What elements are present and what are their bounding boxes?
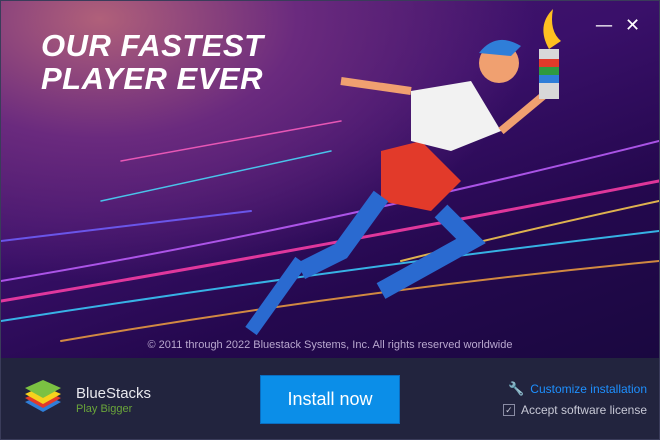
headline-line-1: OUR FASTEST — [41, 28, 264, 63]
installer-window: OUR FASTEST PLAYER EVER © 2011 through 2… — [0, 0, 660, 440]
customize-label: Customize installation — [530, 382, 647, 396]
brand-tagline: Play Bigger — [76, 403, 133, 415]
minimize-button[interactable]: — — [595, 15, 613, 36]
bluestacks-logo-icon — [25, 380, 61, 412]
promo-banner: OUR FASTEST PLAYER EVER © 2011 through 2… — [1, 1, 659, 358]
headline: OUR FASTEST PLAYER EVER — [41, 29, 264, 95]
brand-name: BlueStacks — [76, 385, 152, 402]
copyright-text: © 2011 through 2022 Bluestack Systems, I… — [147, 339, 513, 351]
footer-bar: BlueStacks Play Bigger Install now 🔧 Cus… — [1, 358, 659, 439]
accept-license-row: ✓ Accept software license — [502, 403, 647, 417]
close-button[interactable]: ✕ — [625, 15, 640, 36]
accept-license-checkbox[interactable]: ✓ — [502, 404, 515, 416]
install-now-button[interactable]: Install now — [260, 375, 400, 424]
headline-line-2: PLAYER EVER — [41, 61, 263, 96]
wrench-icon: 🔧 — [508, 381, 525, 396]
customize-installation-link[interactable]: 🔧 Customize installation — [508, 381, 647, 397]
accept-license-label[interactable]: Accept software license — [521, 403, 647, 417]
